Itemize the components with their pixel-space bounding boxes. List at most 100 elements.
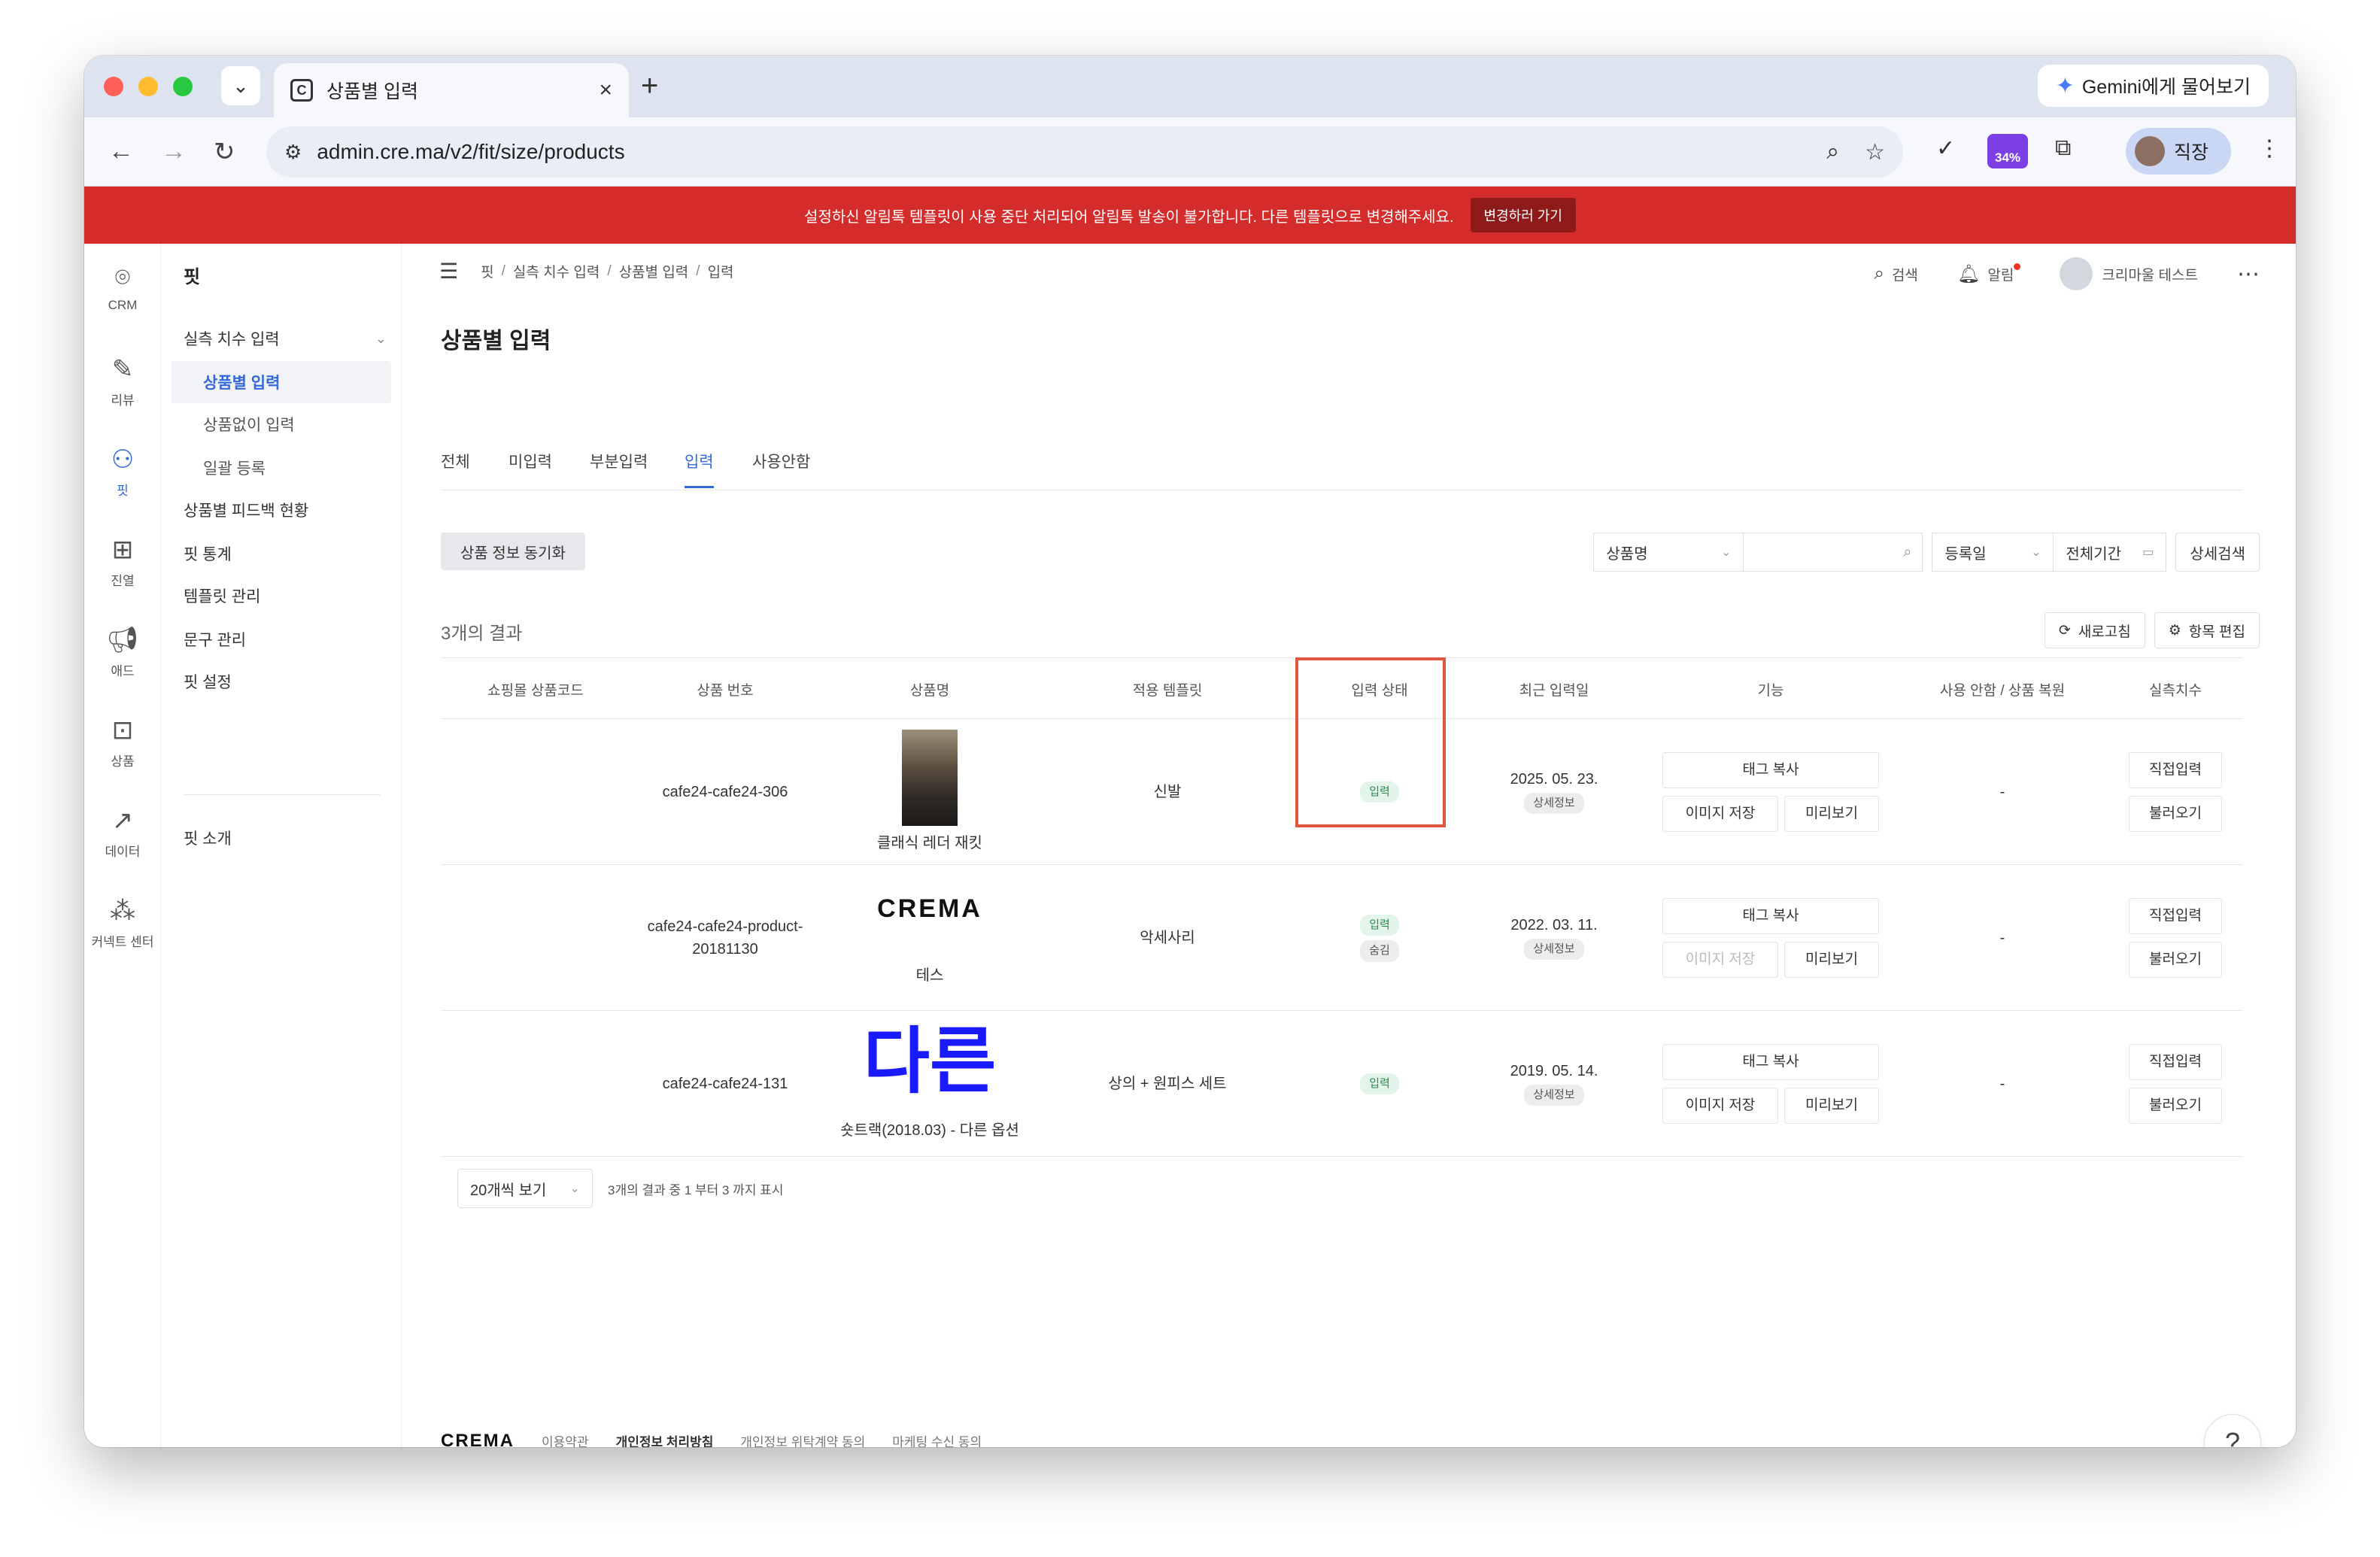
crema-extension-icon[interactable]: ✓ — [1936, 135, 1955, 162]
breadcrumb-item[interactable]: 입력 — [708, 261, 734, 281]
privacy-consignment-link[interactable]: 개인정보 위탁계약 동의 — [740, 1431, 865, 1447]
load-button[interactable]: 불러오기 — [2129, 796, 2222, 832]
sidebar-item-intro[interactable]: 핏 소개 — [184, 817, 394, 859]
detail-info-badge[interactable]: 상세정보 — [1524, 792, 1584, 815]
reload-icon[interactable]: ↻ — [214, 137, 235, 167]
user-menu[interactable]: 크리마울 테스트 — [2060, 257, 2198, 290]
sidebar-item-bulk-register[interactable]: 일괄 등록 — [172, 447, 391, 489]
period-picker[interactable]: 전체기간 ▭ — [2054, 533, 2167, 572]
sidebar-item-settings[interactable]: 핏 설정 — [184, 660, 394, 703]
per-page-select[interactable]: 20개씩 보기 ⌄ — [457, 1169, 593, 1208]
close-window-button[interactable] — [104, 77, 123, 96]
save-image-button[interactable]: 이미지 저장 — [1662, 796, 1778, 832]
rail-item-review[interactable]: ✎ 리뷰 — [84, 354, 161, 408]
preview-button[interactable]: 미리보기 — [1784, 1088, 1879, 1124]
privacy-link[interactable]: 개인정보 처리방침 — [616, 1431, 714, 1447]
minimize-window-button[interactable] — [138, 77, 158, 96]
product-name[interactable]: 테스 — [916, 964, 944, 987]
url-text[interactable]: admin.cre.ma/v2/fit/size/products — [317, 140, 1801, 164]
sidebar-item-label: 템플릿 관리 — [184, 588, 261, 606]
forward-arrow-icon[interactable]: → — [161, 137, 187, 166]
profile-button[interactable]: 직장 — [2126, 128, 2231, 175]
rail-item-product[interactable]: ⊡ 상품 — [84, 715, 161, 769]
preview-button[interactable]: 미리보기 — [1784, 796, 1879, 832]
preview-button[interactable]: 미리보기 — [1784, 942, 1879, 978]
close-tab-icon[interactable]: × — [599, 77, 612, 103]
tab-strip: ⌄ C 상품별 입력 × + ✦ Gemini에게 물어보기 — [84, 56, 2296, 117]
save-image-button[interactable]: 이미지 저장 — [1662, 1088, 1778, 1124]
marketing-consent-link[interactable]: 마케팅 수신 동의 — [892, 1431, 982, 1447]
alarm-button[interactable]: 🔔︎ 알림 — [1957, 263, 2021, 285]
browser-tab[interactable]: C 상품별 입력 × — [274, 63, 629, 117]
sidebar-item-no-product-input[interactable]: 상품없이 입력 — [172, 403, 391, 445]
gemini-button[interactable]: ✦ Gemini에게 물어보기 — [2037, 65, 2269, 107]
sidebar-item-label: 문구 관리 — [184, 632, 247, 649]
pagination-summary: 3개의 결과 중 1 부터 3 까지 표시 — [608, 1182, 784, 1197]
edit-columns-button[interactable]: ⚙ 항목 편집 — [2154, 612, 2260, 648]
load-button[interactable]: 불러오기 — [2129, 1088, 2222, 1124]
bookmark-star-icon[interactable]: ☆ — [1865, 139, 1885, 165]
rail-item-data[interactable]: ↗ 데이터 — [84, 805, 161, 860]
back-arrow-icon[interactable]: ← — [108, 137, 134, 166]
direct-input-button[interactable]: 직접입력 — [2129, 1044, 2222, 1080]
search-filters: 상품명 ⌄ ⌕ 등록일 ⌄ 전체기간 ▭ 상세검색 — [1593, 533, 2260, 572]
extensions-puzzle-icon[interactable]: ⧉ — [2055, 135, 2071, 161]
breadcrumb-item[interactable]: 상품별 입력 — [619, 261, 689, 281]
direct-input-button[interactable]: 직접입력 — [2129, 752, 2222, 788]
detail-info-badge[interactable]: 상세정보 — [1524, 938, 1584, 961]
sidebar-item-stats[interactable]: 핏 통계 — [184, 533, 394, 575]
terms-link[interactable]: 이용약관 — [542, 1431, 589, 1447]
date-field-select[interactable]: 등록일 ⌄ — [1932, 533, 2054, 572]
tab-search-button[interactable]: ⌄ — [221, 66, 260, 105]
help-button[interactable]: ? — [2204, 1414, 2261, 1447]
breadcrumb-item[interactable]: 실측 치수 입력 — [513, 261, 600, 281]
breadcrumb-item[interactable]: 핏 — [481, 261, 493, 281]
tab-unused[interactable]: 사용안함 — [752, 450, 810, 486]
detail-search-button[interactable]: 상세검색 — [2175, 533, 2260, 572]
product-name[interactable]: 클래식 레더 재킷 — [877, 832, 982, 854]
load-button[interactable]: 불러오기 — [2129, 942, 2222, 978]
more-icon[interactable]: ⋯ — [2237, 261, 2260, 287]
sync-product-button[interactable]: 상품 정보 동기화 — [441, 533, 585, 570]
product-thumbnail[interactable]: CREMA — [877, 890, 982, 928]
chevron-down-icon: ⌄ — [2030, 546, 2042, 559]
hamburger-menu-icon[interactable]: ☰ — [439, 259, 458, 284]
tab-title: 상품별 입력 — [326, 81, 418, 102]
tab-input[interactable]: 입력 — [685, 450, 714, 488]
rail-item-crm[interactable]: ⌾ CRM — [84, 262, 161, 313]
tab-all[interactable]: 전체 — [441, 450, 470, 486]
sidebar-title: 핏 — [184, 267, 201, 287]
sidebar-item-phrases[interactable]: 문구 관리 — [184, 618, 394, 660]
direct-input-button[interactable]: 직접입력 — [2129, 898, 2222, 934]
tag-copy-button[interactable]: 태그 복사 — [1662, 898, 1879, 934]
address-bar[interactable]: ⚙ admin.cre.ma/v2/fit/size/products ⌕ ☆ — [266, 126, 1903, 178]
zoom-icon[interactable]: ⌕ — [1826, 139, 1839, 165]
sidebar-divider — [184, 794, 381, 795]
extension-badge[interactable]: 34% — [1987, 134, 2028, 168]
rail-item-fit[interactable]: ⚇ 핏 — [84, 444, 161, 499]
sidebar-item-feedback[interactable]: 상품별 피드백 현황 — [184, 489, 394, 531]
search-field-select[interactable]: 상품명 ⌄ — [1593, 533, 1744, 572]
site-info-icon[interactable]: ⚙ — [284, 141, 302, 164]
search-input[interactable]: ⌕ — [1744, 533, 1923, 572]
tab-partial[interactable]: 부분입력 — [590, 450, 648, 486]
sidebar-item-product-input[interactable]: 상품별 입력 — [172, 361, 391, 403]
product-thumbnail[interactable] — [902, 730, 958, 826]
search-button[interactable]: ⌕ 검색 — [1875, 263, 1918, 284]
rail-item-connect[interactable]: ⁂ 커넥트 센터 — [84, 895, 161, 950]
sidebar-item-templates[interactable]: 템플릿 관리 — [184, 575, 394, 617]
sidebar-item-size-input[interactable]: 실측 치수 입력 ⌄ — [184, 317, 394, 360]
tab-not-input[interactable]: 미입력 — [508, 450, 552, 486]
banner-change-button[interactable]: 변경하러 가기 — [1470, 198, 1576, 232]
rail-item-ad[interactable]: 📢︎ 애드 — [84, 624, 161, 679]
tag-copy-button[interactable]: 태그 복사 — [1662, 752, 1879, 788]
detail-info-badge[interactable]: 상세정보 — [1524, 1084, 1584, 1106]
zoom-window-button[interactable] — [173, 77, 193, 96]
kebab-menu-icon[interactable]: ⋮ — [2258, 135, 2281, 162]
tag-copy-button[interactable]: 태그 복사 — [1662, 1044, 1879, 1080]
product-thumbnail[interactable]: 다른 — [864, 1026, 997, 1098]
rail-item-display[interactable]: ⊞ 진열 — [84, 534, 161, 589]
refresh-button[interactable]: ⟳ 새로고침 — [2044, 612, 2145, 648]
new-tab-button[interactable]: + — [641, 69, 658, 103]
product-name[interactable]: 숏트랙(2018.03) - 다른 옵션 — [840, 1119, 1019, 1142]
